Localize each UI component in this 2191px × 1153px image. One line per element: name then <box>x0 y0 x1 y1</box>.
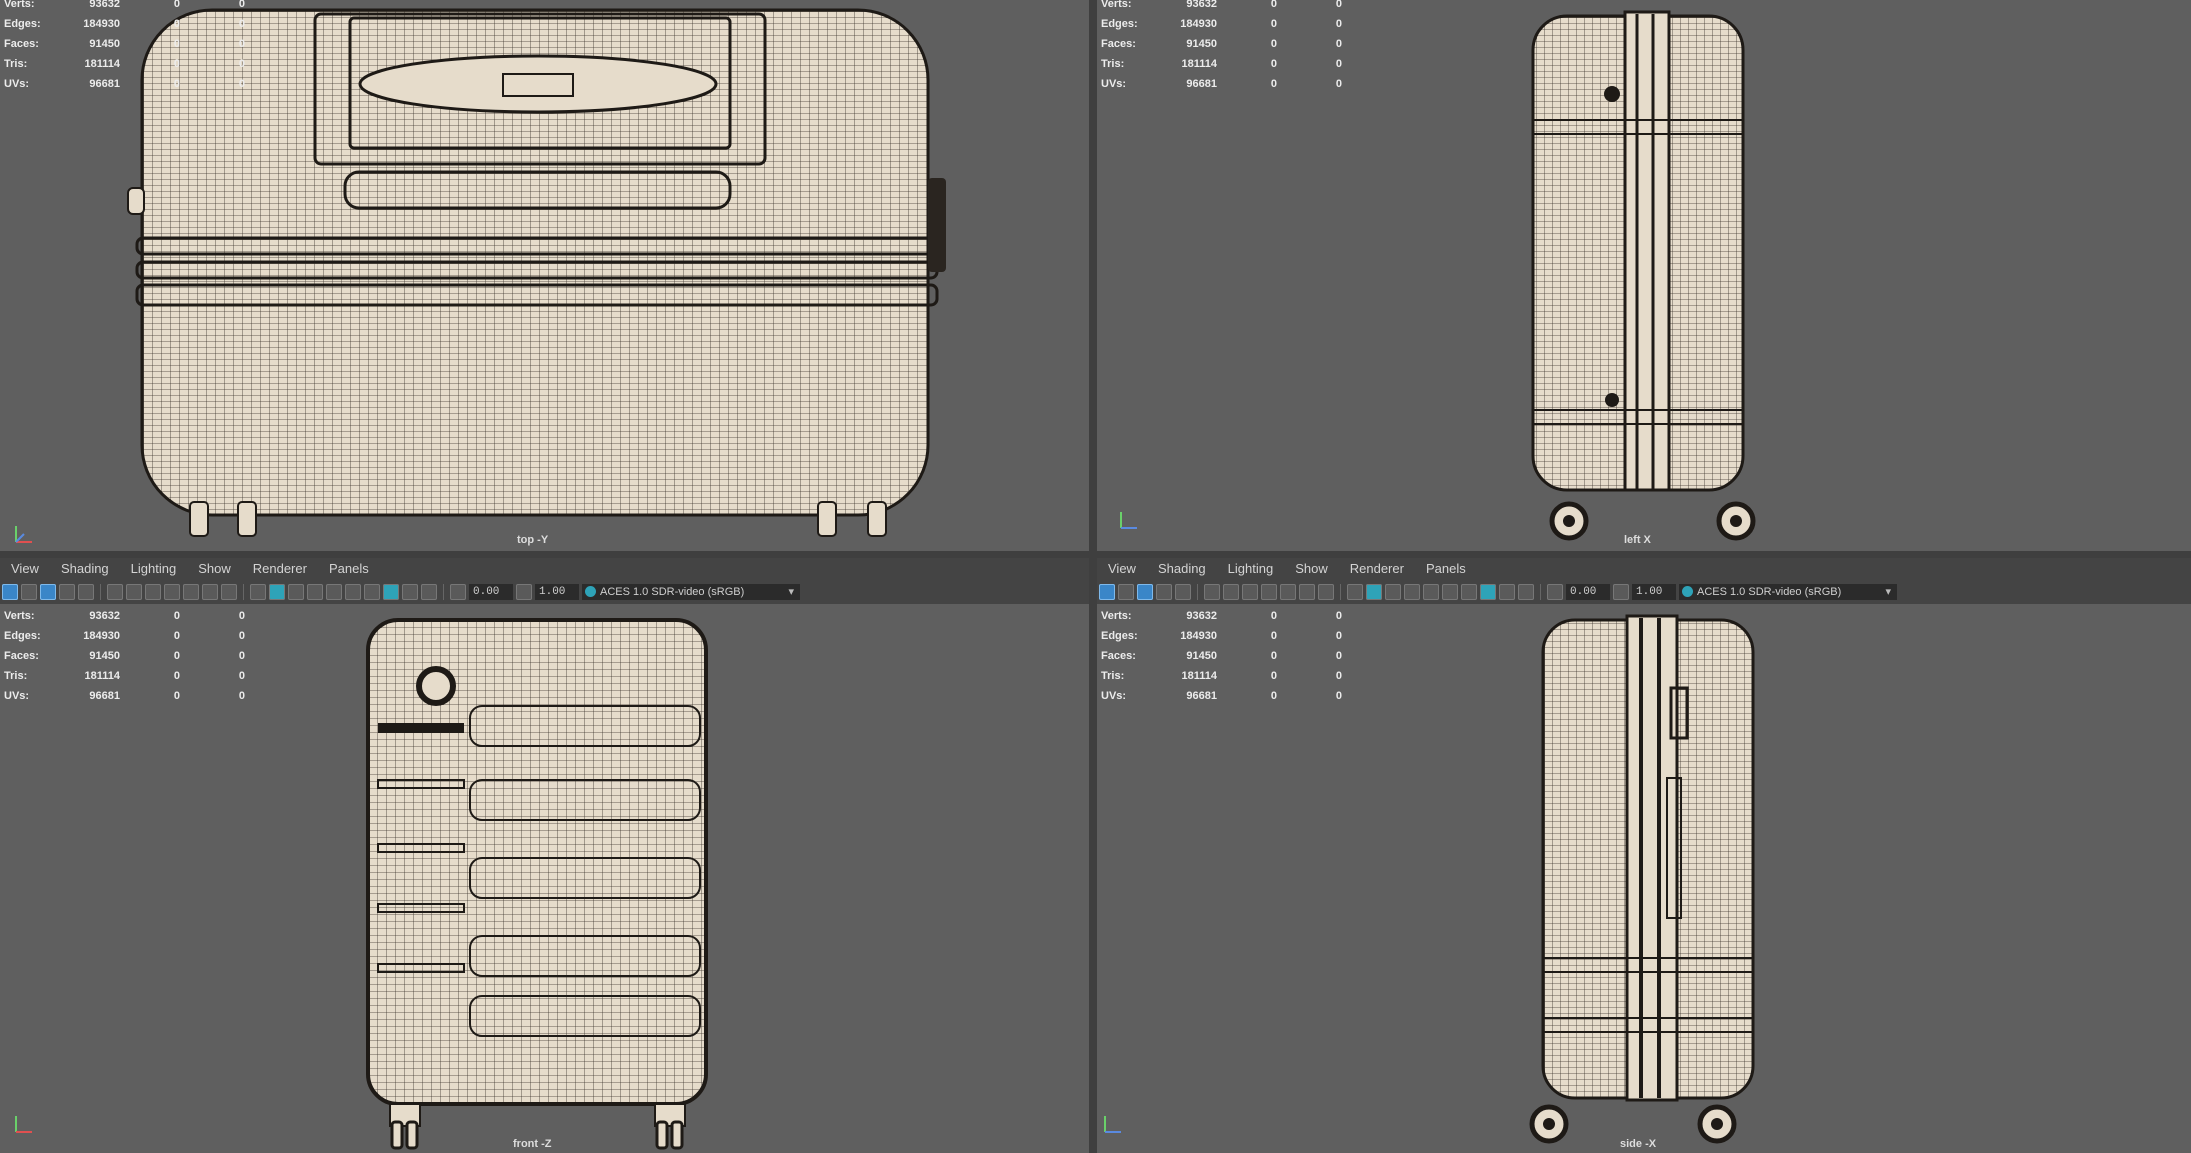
axis-gizmo-icon <box>1104 1116 1121 1133</box>
camera-label: left X <box>1624 534 1651 546</box>
viewport-divider-horizontal[interactable] <box>0 551 2191 558</box>
axis-gizmo-icon <box>15 1116 32 1133</box>
viewport-side[interactable]: View Shading Lighting Show Renderer Pane… <box>1097 558 2191 1153</box>
camera-label: top -Y <box>517 534 549 546</box>
axis-gizmo-icon <box>15 526 32 543</box>
poly-count-hud: Verts: 93632 0 0 Edges: 184930 0 0 Faces: 91450… <box>4 0 245 90</box>
axis-gizmo-icon <box>1120 512 1137 529</box>
camera-label: front -Z <box>513 1138 552 1150</box>
camera-label: side -X <box>1620 1138 1657 1150</box>
viewport-top[interactable]: Verts: 93632 0 0 Edges: 184930 0 0 Faces: 91450… <box>0 0 1089 551</box>
viewport-divider-vertical[interactable] <box>1089 0 1097 1153</box>
poly-count-hud: Verts: 93632 0 0 Edges: 184930 0 0 Faces: 91450… <box>1101 610 1342 702</box>
poly-count-hud: Verts: 93632 0 0 Edges: 184930 0 0 Faces: 91450… <box>1101 0 1342 90</box>
viewport-front[interactable]: View Shading Lighting Show Renderer Pane… <box>0 558 1089 1153</box>
poly-count-hud: Verts: 93632 0 0 Edges: 184930 0 0 Faces: 91450… <box>4 610 245 702</box>
viewport-left[interactable]: Verts: 93632 0 0 Edges: 184930 0 0 Faces: 91450… <box>1097 0 2191 551</box>
